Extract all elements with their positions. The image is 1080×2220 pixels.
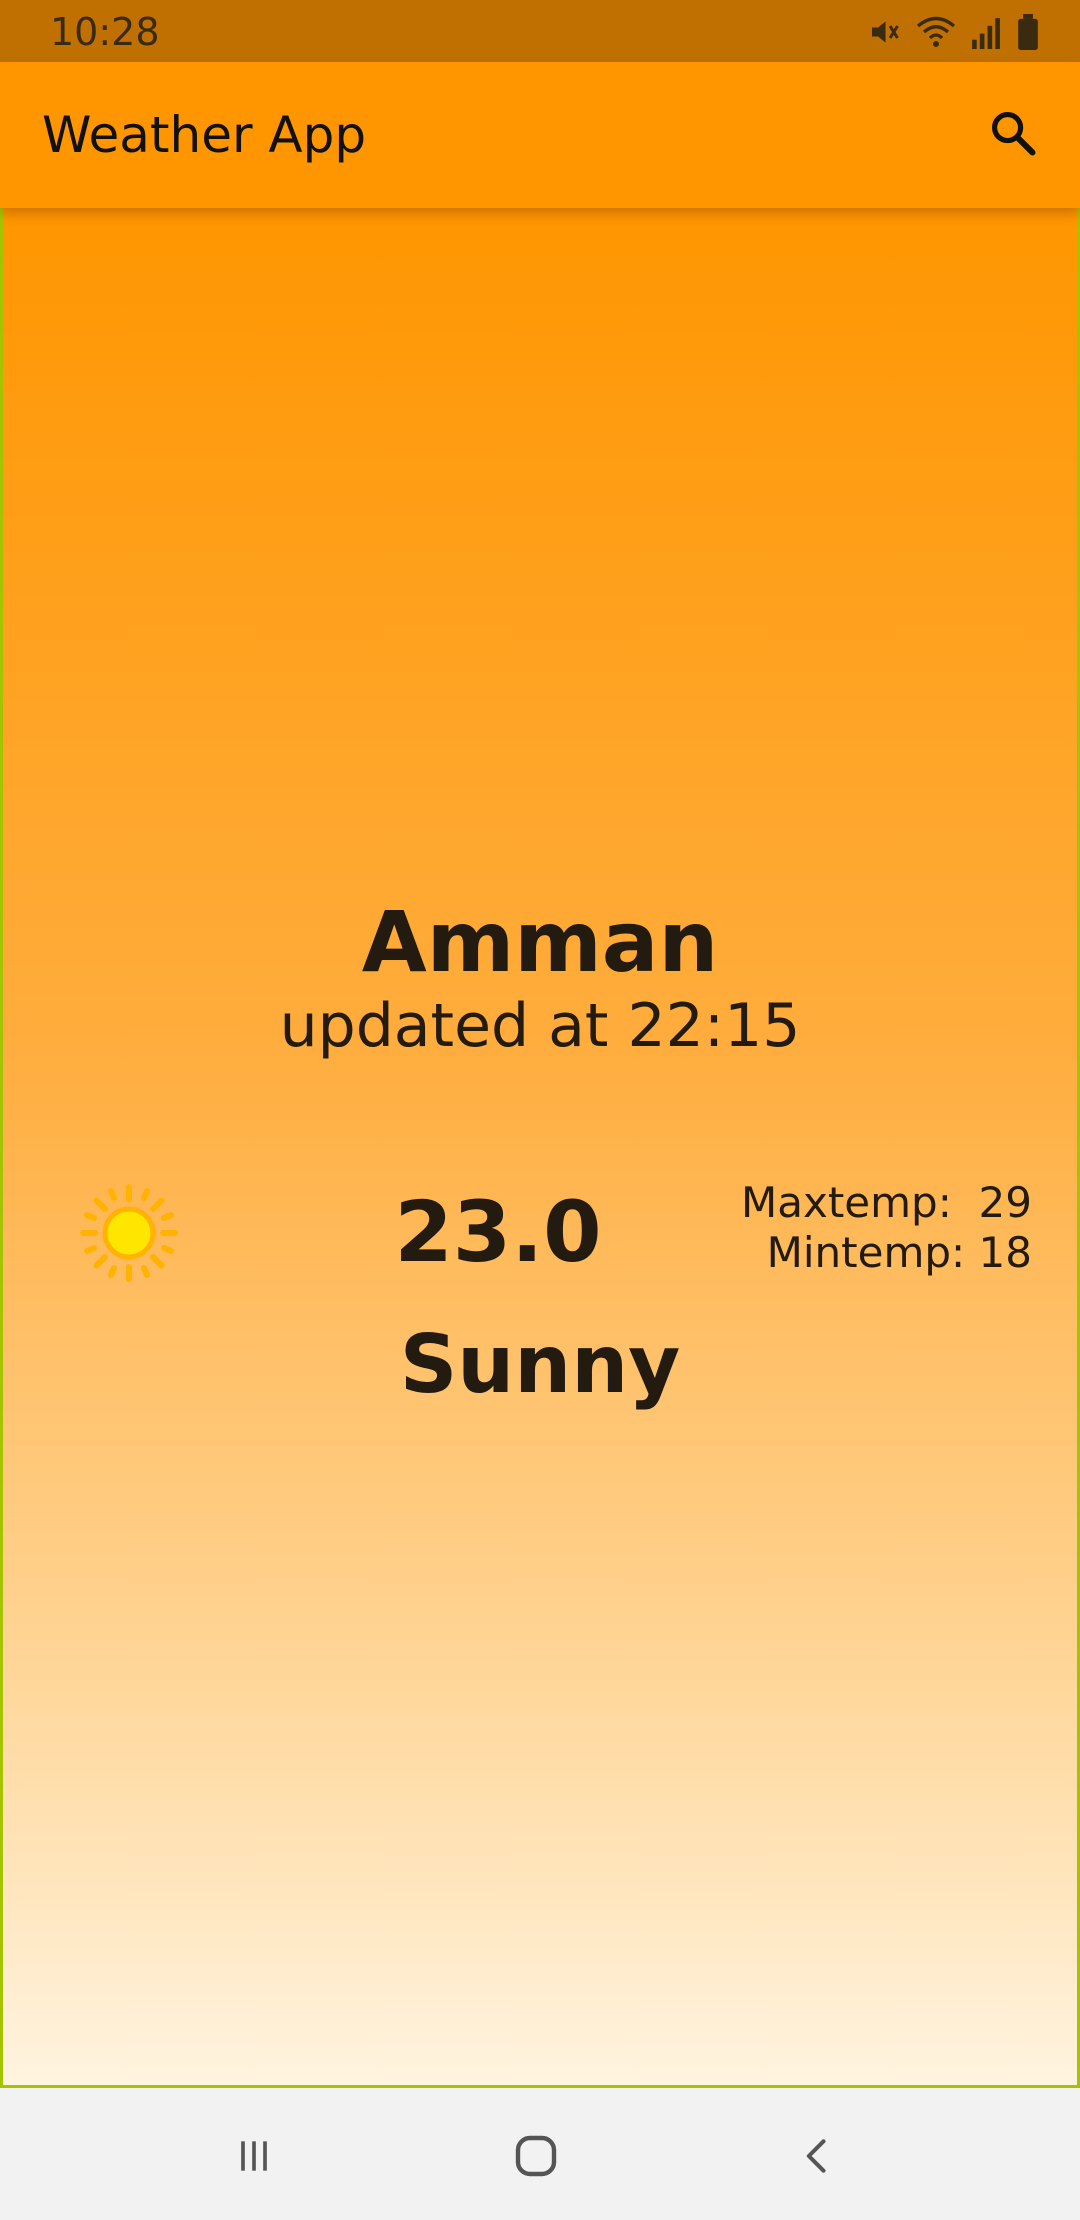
weather-condition: Sunny [399, 1318, 681, 1411]
status-icons [866, 12, 1040, 52]
min-temp: Mintemp: 18 [766, 1228, 1032, 1277]
home-icon [512, 2132, 560, 2185]
temperature: 23.0 [394, 1183, 602, 1281]
home-button[interactable] [496, 2118, 576, 2198]
app-bar: Weather App [0, 62, 1080, 208]
city-name: Amman [361, 893, 719, 991]
search-button[interactable] [978, 100, 1048, 170]
status-bar: 10:28 [0, 0, 1080, 62]
weather-panel: Amman updated at 22:15 23.0 Maxtemp: 29 … [0, 208, 1080, 2088]
app-title: Weather App [42, 106, 367, 164]
phone-screen: 10:28 Weather App Amman updated at 22:15… [0, 0, 1080, 2220]
back-icon [796, 2134, 840, 2183]
sun-icon [79, 1183, 179, 1283]
navigation-bar [0, 2088, 1080, 2220]
min-max-temps: Maxtemp: 29 Mintemp: 18 [732, 1178, 1032, 1278]
recent-apps-icon [232, 2134, 276, 2183]
status-time: 10:28 [50, 10, 160, 54]
signal-icon [970, 15, 1002, 49]
battery-icon [1016, 14, 1040, 50]
recent-apps-button[interactable] [214, 2118, 294, 2198]
wifi-icon [916, 14, 956, 50]
updated-time: updated at 22:15 [279, 991, 801, 1061]
mute-icon [866, 14, 902, 50]
back-button[interactable] [778, 2118, 858, 2198]
search-icon [987, 107, 1039, 164]
max-temp: Maxtemp: 29 [740, 1178, 1032, 1227]
